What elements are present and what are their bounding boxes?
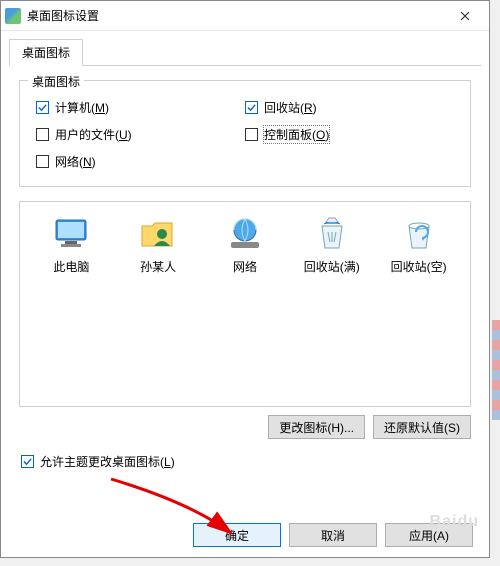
group-desktop-icons: 桌面图标 计算机(M) 回收站(R) 用户的文件(U) 控制面板(O) [19, 80, 471, 187]
watermark: Baidu [430, 513, 479, 531]
check-icon [36, 155, 49, 168]
restore-default-button[interactable]: 还原默认值(S) [373, 415, 471, 439]
icon-this-pc[interactable]: 此电脑 [32, 214, 110, 275]
checkbox-network[interactable]: 网络(N) [36, 153, 245, 170]
monitor-icon [51, 214, 91, 254]
background-strip [492, 320, 500, 420]
change-icon-button[interactable]: 更改图标(H)... [268, 415, 365, 439]
icon-network[interactable]: 网络 [206, 214, 284, 275]
user-folder-icon [138, 214, 178, 254]
tab-desktop-icons[interactable]: 桌面图标 [9, 39, 83, 66]
icon-user-folder[interactable]: 孙某人 [119, 214, 197, 275]
icon-preview-area: 此电脑 孙某人 网络 [19, 201, 471, 407]
tab-strip: 桌面图标 [1, 31, 489, 66]
checkbox-grid: 计算机(M) 回收站(R) 用户的文件(U) 控制面板(O) 网络(N) [36, 99, 454, 170]
check-icon [245, 101, 258, 114]
check-icon [21, 455, 34, 468]
content-area: 桌面图标 计算机(M) 回收站(R) 用户的文件(U) 控制面板(O) [1, 66, 489, 480]
app-icon [5, 8, 21, 24]
checkbox-allow-theme[interactable]: 允许主题更改桌面图标(L) [21, 453, 471, 470]
check-icon [36, 128, 49, 141]
cancel-button[interactable]: 取消 [289, 523, 377, 547]
check-icon [245, 128, 258, 141]
checkbox-computer[interactable]: 计算机(M) [36, 99, 245, 116]
bin-empty-icon [399, 214, 439, 254]
check-icon [36, 101, 49, 114]
window-title: 桌面图标设置 [27, 7, 445, 24]
dialog-window: 桌面图标设置 桌面图标 桌面图标 计算机(M) 回收站(R) [0, 0, 490, 558]
checkbox-user-files[interactable]: 用户的文件(U) [36, 126, 245, 143]
close-icon [460, 11, 470, 21]
checkbox-control-panel[interactable]: 控制面板(O) [245, 126, 454, 143]
icon-bin-empty[interactable]: 回收站(空) [380, 214, 458, 275]
icon-row: 此电脑 孙某人 网络 [28, 214, 462, 275]
titlebar: 桌面图标设置 [1, 1, 489, 31]
close-button[interactable] [445, 2, 485, 30]
icon-button-row: 更改图标(H)... 还原默认值(S) [19, 415, 471, 439]
checkbox-recycle-bin[interactable]: 回收站(R) [245, 99, 454, 116]
icon-bin-full[interactable]: 回收站(满) [293, 214, 371, 275]
ok-button[interactable]: 确定 [193, 523, 281, 547]
network-icon [225, 214, 265, 254]
group-title: 桌面图标 [28, 73, 84, 90]
bin-full-icon [312, 214, 352, 254]
